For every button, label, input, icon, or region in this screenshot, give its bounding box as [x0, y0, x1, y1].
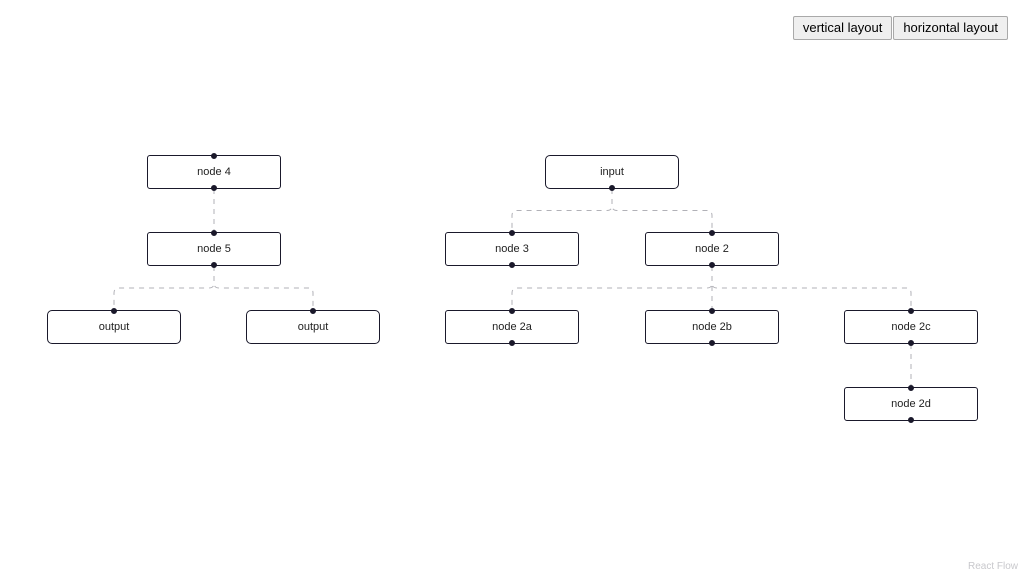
handle-source-node2d[interactable]	[908, 417, 914, 423]
flow-node-label: node 2c	[891, 320, 931, 333]
flow-node-label: node 2	[695, 242, 729, 255]
flow-node-label: input	[600, 165, 624, 178]
handle-source-node2a[interactable]	[509, 340, 515, 346]
handle-source-node2c[interactable]	[908, 340, 914, 346]
handle-source-node2b[interactable]	[709, 340, 715, 346]
flow-node-label: node 2b	[692, 320, 732, 333]
react-flow-attribution-link[interactable]: React Flow	[968, 562, 1018, 572]
flow-node-node2b[interactable]: node 2b	[645, 308, 779, 346]
handle-target-node2a[interactable]	[509, 308, 515, 314]
flow-node-label: node 5	[197, 242, 231, 255]
handle-source-node2[interactable]	[709, 262, 715, 268]
handle-target-node5[interactable]	[211, 230, 217, 236]
handle-target-node2d[interactable]	[908, 385, 914, 391]
flow-node-input[interactable]: input	[545, 155, 679, 191]
flow-node-node2c[interactable]: node 2c	[844, 308, 978, 346]
flow-node-label: node 4	[197, 165, 231, 178]
flow-node-out2[interactable]: output	[246, 308, 380, 344]
flow-node-node2d[interactable]: node 2d	[844, 385, 978, 423]
flow-node-label: output	[98, 320, 130, 333]
flow-edge-e-node2-node2a	[511, 266, 713, 310]
flow-node-label: node 2a	[492, 320, 532, 333]
flow-node-label: output	[297, 320, 329, 333]
flow-edge-e-node5-out1	[113, 266, 215, 310]
flow-node-node4[interactable]: node 4	[147, 153, 281, 191]
handle-target-node2[interactable]	[709, 230, 715, 236]
flow-node-label: node 2d	[891, 397, 931, 410]
handle-target-node2b[interactable]	[709, 308, 715, 314]
flow-node-node2a[interactable]: node 2a	[445, 308, 579, 346]
handle-source-node3[interactable]	[509, 262, 515, 268]
flow-node-node3[interactable]: node 3	[445, 230, 579, 268]
handle-source-node5[interactable]	[211, 262, 217, 268]
flow-node-node2[interactable]: node 2	[645, 230, 779, 268]
flow-edge-e-input-node2	[611, 189, 713, 232]
handle-source-node4[interactable]	[211, 185, 217, 191]
handle-target-node3[interactable]	[509, 230, 515, 236]
handle-target-node4[interactable]	[211, 153, 217, 159]
handle-target-node2c[interactable]	[908, 308, 914, 314]
flow-edge-e-node2-node2c	[711, 266, 912, 310]
layout-controls-panel: vertical layout horizontal layout	[792, 16, 1008, 40]
edge-layer	[113, 189, 912, 387]
vertical-layout-button[interactable]: vertical layout	[792, 16, 893, 40]
flow-node-node5[interactable]: node 5	[147, 230, 281, 268]
horizontal-layout-button[interactable]: horizontal layout	[893, 16, 1008, 40]
handle-target-out2[interactable]	[310, 308, 316, 314]
flow-edge-e-input-node3	[511, 189, 613, 232]
flow-node-out1[interactable]: output	[47, 308, 181, 344]
flow-node-label: node 3	[495, 242, 529, 255]
handle-target-out1[interactable]	[111, 308, 117, 314]
flow-edge-e-node5-out2	[213, 266, 314, 310]
react-flow-canvas[interactable]: node 4 node 5 output output input node 3 node …	[0, 0, 1024, 576]
handle-source-input[interactable]	[609, 185, 615, 191]
